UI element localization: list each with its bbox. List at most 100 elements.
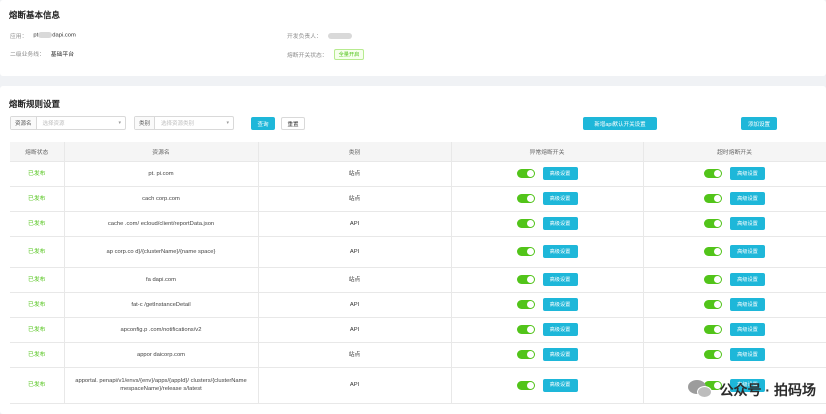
rules-title: 熔断规则设置	[9, 99, 61, 109]
status-badge: 已发布	[10, 342, 65, 368]
watermark-text: 公众号 · 拍码场	[719, 382, 816, 398]
timeout-advanced-button[interactable]: 高级设置	[730, 217, 765, 230]
timeout-toggle[interactable]	[704, 350, 722, 359]
exception-switch-cell: 高级设置	[451, 161, 644, 187]
exception-switch-cell: 高级设置	[451, 186, 644, 212]
table-row: 已发布 apconfig.p .com/notifications/v2 API…	[10, 317, 826, 343]
timeout-advanced-button[interactable]: 高级设置	[730, 273, 765, 286]
exception-toggle[interactable]	[516, 300, 535, 309]
status-badge: 已发布	[10, 267, 65, 293]
resource-name: fat-c /getInstanceDetail	[64, 292, 259, 318]
resource-name: apportal. penapi/v1/envs/{env}/apps/{app…	[64, 367, 259, 404]
resource-name: cache .com/ ecloud/client/reportData.jso…	[64, 211, 259, 237]
status-badge: 已发布	[10, 161, 65, 187]
exception-advanced-button[interactable]: 高级设置	[542, 217, 578, 230]
resource-filter-label: 资源名	[11, 117, 37, 129]
exception-toggle[interactable]	[516, 194, 535, 203]
resource-type: API	[258, 367, 452, 404]
exception-advanced-button[interactable]: 高级设置	[542, 348, 578, 361]
resource-name: ap corp.co d}/{clusterName}/{name space}	[64, 236, 259, 268]
switch-label: 熔断开关状态：	[287, 53, 328, 59]
table-row: 已发布 cache .com/ ecloud/client/reportData…	[10, 211, 826, 237]
resource-type: 站点	[258, 267, 452, 293]
resource-name: fa dapi.com	[64, 267, 259, 293]
reset-button[interactable]: 重置	[281, 117, 305, 130]
table-row: 已发布 fa dapi.com 站点 高级设置 高级设置	[10, 267, 826, 293]
resource-type: 站点	[258, 161, 452, 187]
timeout-toggle[interactable]	[704, 275, 722, 284]
status-badge: 已发布	[10, 317, 65, 343]
timeout-switch-cell: 高级设置	[643, 342, 826, 368]
exception-switch-cell: 高级设置	[451, 236, 644, 268]
timeout-switch-cell: 高级设置	[643, 317, 826, 343]
rules-card: 熔断规则设置 资源名 选择资源 ▾ 类别 选择资源类别 ▾ 查询 重置 新增ap…	[0, 86, 826, 414]
chevron-down-icon: ▾	[118, 120, 121, 126]
timeout-switch-cell: 高级设置	[643, 292, 826, 318]
wechat-icon	[687, 380, 714, 400]
exception-switch-cell: 高级设置	[451, 267, 644, 293]
category-filter-placeholder: 选择资源类别	[161, 121, 195, 127]
timeout-switch-cell: 高级设置	[643, 267, 826, 293]
col-status: 熔断状态	[10, 142, 65, 162]
batch-default-switch-button[interactable]: 新增api默认开关设置	[583, 117, 657, 130]
app-value: pt dapi.com	[33, 32, 76, 39]
exception-toggle[interactable]	[516, 169, 535, 178]
exception-advanced-button[interactable]: 高级设置	[542, 273, 578, 286]
rules-table: 熔断状态 资源名 类别 异常熔断开关 超时熔断开关 已发布 pt. pi.com…	[10, 142, 826, 404]
exception-advanced-button[interactable]: 高级设置	[542, 245, 578, 258]
exception-advanced-button[interactable]: 高级设置	[542, 167, 578, 180]
resource-name: cach corp.com	[64, 186, 259, 212]
resource-name: pt. pi.com	[64, 161, 259, 187]
timeout-switch-cell: 高级设置	[643, 161, 826, 187]
exception-advanced-button[interactable]: 高级设置	[542, 323, 578, 336]
timeout-advanced-button[interactable]: 高级设置	[730, 323, 765, 336]
exception-switch-cell: 高级设置	[451, 292, 644, 318]
resource-name: appor daicorp.com	[64, 342, 259, 368]
category-filter-label: 类别	[135, 117, 156, 129]
dept-field: 二级业务线： 基础平台	[10, 49, 74, 58]
exception-advanced-button[interactable]: 高级设置	[542, 298, 578, 311]
exception-advanced-button[interactable]: 高级设置	[542, 378, 578, 392]
owner-label: 开发负责人：	[287, 34, 322, 40]
table-row: 已发布 cach corp.com 站点 高级设置 高级设置	[10, 186, 826, 212]
timeout-toggle[interactable]	[704, 247, 722, 256]
timeout-advanced-button[interactable]: 高级设置	[730, 298, 765, 311]
timeout-toggle[interactable]	[704, 169, 722, 178]
timeout-advanced-button[interactable]: 高级设置	[730, 348, 765, 361]
exception-toggle[interactable]	[516, 219, 535, 228]
timeout-toggle[interactable]	[704, 300, 722, 309]
timeout-toggle[interactable]	[704, 219, 722, 228]
col-timeout-switch: 超时熔断开关	[643, 142, 826, 162]
timeout-advanced-button[interactable]: 高级设置	[730, 192, 765, 205]
exception-switch-cell: 高级设置	[451, 317, 644, 343]
exception-toggle[interactable]	[516, 325, 535, 334]
timeout-toggle[interactable]	[704, 325, 722, 334]
resource-type: API	[258, 292, 452, 318]
table-row: 已发布 pt. pi.com 站点 高级设置 高级设置	[10, 161, 826, 187]
exception-toggle[interactable]	[516, 275, 535, 284]
switch-status-badge: 全量开启	[333, 49, 365, 60]
timeout-advanced-button[interactable]: 高级设置	[730, 167, 765, 180]
timeout-switch-cell: 高级设置	[643, 236, 826, 268]
status-badge: 已发布	[10, 292, 65, 318]
exception-switch-cell: 高级设置	[451, 342, 644, 368]
search-button[interactable]: 查询	[251, 117, 275, 130]
exception-toggle[interactable]	[516, 350, 535, 359]
resource-filter-placeholder: 选择资源	[42, 121, 65, 127]
timeout-advanced-button[interactable]: 高级设置	[730, 245, 765, 258]
col-resource: 资源名	[64, 142, 259, 162]
timeout-toggle[interactable]	[704, 194, 722, 203]
wechat-watermark: 公众号 · 拍码场	[687, 380, 816, 400]
resource-type: API	[258, 317, 452, 343]
exception-advanced-button[interactable]: 高级设置	[542, 192, 578, 205]
resource-type: 站点	[258, 342, 452, 368]
add-setting-button[interactable]: 添加设置	[741, 117, 777, 130]
category-filter[interactable]: 类别 选择资源类别 ▾	[134, 116, 234, 130]
table-row: 已发布 fat-c /getInstanceDetail API 高级设置 高级…	[10, 292, 826, 318]
timeout-switch-cell: 高级设置	[643, 186, 826, 212]
exception-toggle[interactable]	[516, 380, 535, 390]
resource-filter[interactable]: 资源名 选择资源 ▾	[10, 116, 126, 130]
resource-name: apconfig.p .com/notifications/v2	[64, 317, 259, 343]
resource-type: API	[258, 236, 452, 268]
exception-toggle[interactable]	[516, 247, 535, 256]
